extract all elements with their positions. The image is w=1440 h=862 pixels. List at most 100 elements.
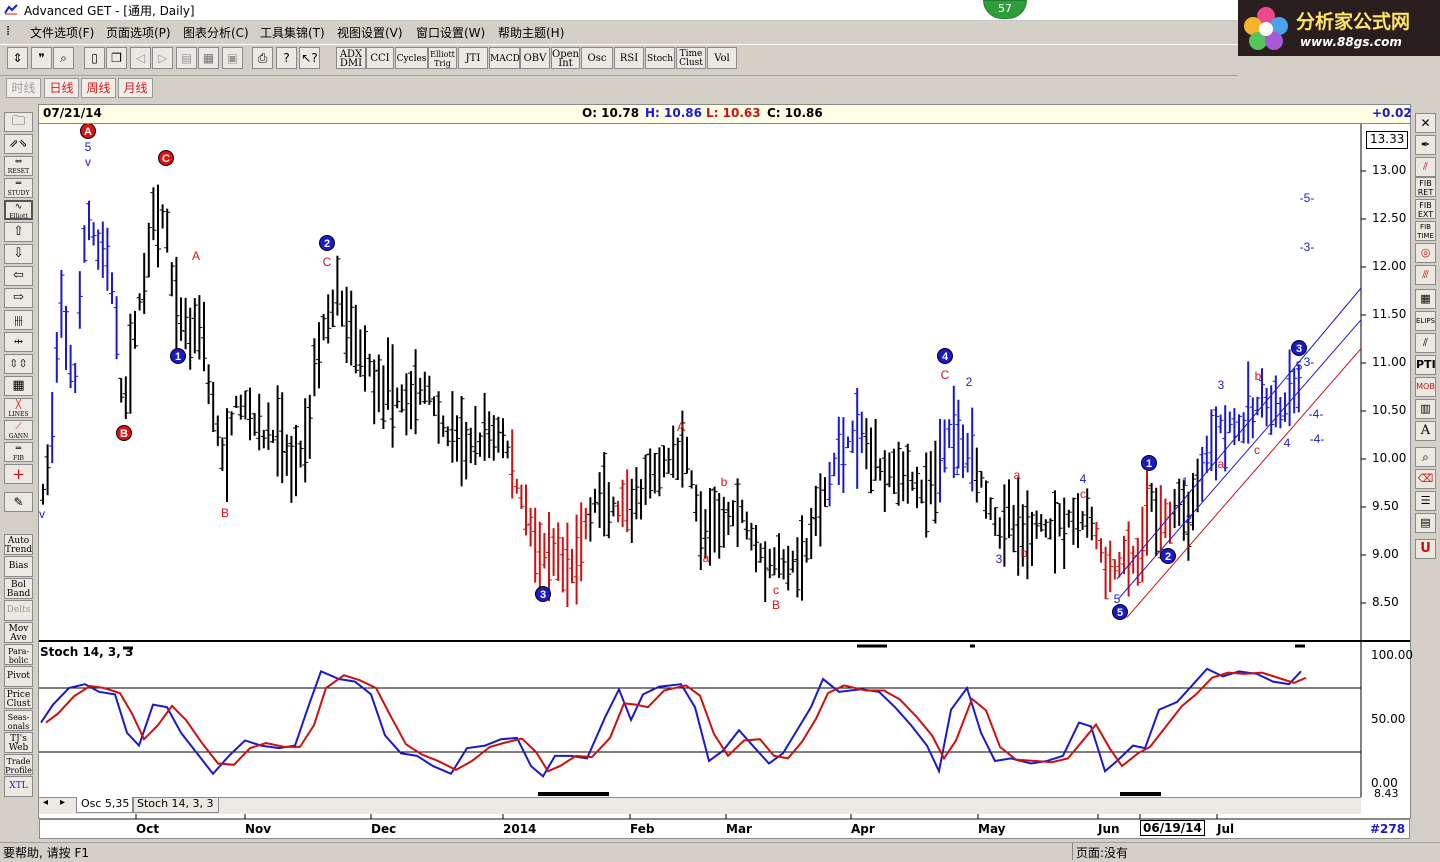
price-chart[interactable]: A5v CA1BBv2C3AabcB4C 213ab4c5512123abc 435-… [39, 124, 1410, 819]
mov-ave-button[interactable]: Mov Ave [4, 622, 33, 643]
ellipse-button[interactable]: ELIPS [1415, 311, 1436, 331]
magnet-icon[interactable]: U [1415, 539, 1436, 559]
arrow-right-icon[interactable]: ⇨ [4, 288, 33, 308]
list-icon[interactable]: ☰ [1415, 491, 1436, 511]
study-osc-button[interactable]: Osc [581, 47, 613, 69]
menu-file[interactable]: 文件选项(F) [30, 24, 94, 41]
study-adx-dmi-button[interactable]: ADX DMI [336, 47, 366, 69]
grid-table-icon[interactable]: ▦ [4, 376, 33, 396]
context-help-icon[interactable]: ↖? [299, 47, 320, 69]
price-bar [329, 289, 336, 328]
arrow-down-icon[interactable]: ⇩ [4, 244, 33, 264]
gann-button[interactable]: ⟋ GANN [4, 420, 33, 440]
search-icon[interactable]: ⌕ [53, 47, 74, 69]
fib-ret-button[interactable]: FIB RET [1415, 177, 1436, 197]
save-icon[interactable]: ▣ [222, 47, 243, 69]
tab-prev-icon[interactable]: ◂ [43, 797, 48, 808]
price-bar [320, 313, 327, 341]
mob-button[interactable]: MOB [1415, 377, 1436, 397]
open-folder-icon[interactable]: 🗀 [4, 112, 33, 132]
bars-compress-icon[interactable]: ⫲⫲ [4, 310, 33, 330]
grid-small-icon[interactable]: ▦ [1415, 289, 1436, 309]
study-cycles-button[interactable]: Cycles [395, 47, 428, 69]
menu-view[interactable]: 视图设置(V) [337, 24, 403, 41]
seasonals-button[interactable]: Seas-onals [4, 710, 33, 731]
expand-horizontal-icon[interactable]: ⇹ [4, 332, 33, 352]
menu-chart-analysis[interactable]: 图表分析(C) [183, 24, 249, 41]
arrow-up-icon[interactable]: ⇧ [4, 222, 33, 242]
period-monthly-button[interactable]: 月线 [118, 78, 153, 98]
zoom-icon[interactable]: ⌕ [1415, 447, 1436, 467]
menu-window[interactable]: 窗口设置(W) [416, 24, 485, 41]
tj-web-button[interactable]: TJ's Web [4, 732, 33, 753]
bias-button[interactable]: Bias [4, 556, 33, 577]
palette-icon[interactable]: ▥ [1415, 399, 1436, 419]
grid-icon[interactable]: ▦ [198, 47, 219, 69]
menu-tools[interactable]: 工具集锦(T) [260, 24, 325, 41]
price-bar [845, 436, 851, 449]
trade-profile-button[interactable]: Trade Profile [4, 754, 33, 775]
fib-circle-icon[interactable]: ◎ [1415, 243, 1436, 263]
menu-page[interactable]: 页面选项(P) [106, 24, 171, 41]
study-obv-button[interactable]: OBV [520, 47, 550, 69]
auto-trend-button[interactable]: Auto Trend [4, 534, 33, 555]
period-hourly-button[interactable]: 时线 [6, 78, 41, 98]
price-clust-button[interactable]: Price Clust [4, 688, 33, 709]
price-bar [168, 262, 175, 297]
time-label: Mar [726, 822, 752, 836]
reset-button[interactable]: ⇔ RESET [4, 156, 33, 176]
channel-icon[interactable]: ⫻ [1415, 265, 1436, 285]
lines-button[interactable]: ╳ LINES [4, 398, 33, 418]
expand-vertical-icon[interactable]: ⇳⇳ [4, 354, 33, 374]
help-icon[interactable]: ? [276, 47, 297, 69]
study-button[interactable]: ═ STUDY [4, 178, 33, 198]
period-daily-button[interactable]: 日线 [44, 78, 79, 98]
copy-icon[interactable]: ❐ [106, 47, 127, 69]
pti-button[interactable]: PTI [1415, 355, 1436, 375]
notes-icon[interactable]: ▤ [1415, 513, 1436, 533]
pivot-button[interactable]: Pivot [4, 666, 33, 687]
arrow-left-icon[interactable]: ⇦ [4, 266, 33, 286]
print-icon[interactable]: ⎙ [252, 47, 273, 69]
eraser-icon[interactable]: ⌫ [1415, 469, 1436, 489]
study-elliott-trig-button[interactable]: Elliott Trig [428, 47, 457, 69]
fib-time-button[interactable]: FIB TIME [1415, 221, 1436, 241]
tab-stoch[interactable]: Stoch 14, 3, 3 [132, 797, 219, 813]
chart-window-icon[interactable]: ⇗⇘ [4, 134, 33, 154]
study-vol-button[interactable]: Vol [707, 47, 737, 69]
text-tool-button[interactable]: A [1415, 421, 1436, 441]
study-stoch-button[interactable]: Stoch [645, 47, 675, 69]
print-preview-icon[interactable]: ▤ [176, 47, 197, 69]
pen-icon[interactable]: ✒ [1415, 135, 1436, 155]
parabolic-button[interactable]: Para-bolic [4, 644, 33, 665]
study-open-int-button[interactable]: Open Int [551, 47, 580, 69]
price-bar [1098, 538, 1104, 563]
fan-lines-icon[interactable]: ⫽ [1415, 157, 1436, 177]
bol-band-button[interactable]: Bol Band [4, 578, 33, 599]
fib-button[interactable]: ═ FIB [4, 442, 33, 462]
study-macd-button[interactable]: MACD [489, 47, 520, 69]
elliott-button[interactable]: ∿ Elliott [4, 200, 33, 220]
study-rsi-button[interactable]: RSI [614, 47, 644, 69]
xtl-button[interactable]: XTL [4, 776, 33, 797]
price-bar [527, 507, 534, 547]
delts-button[interactable]: Delts [4, 600, 33, 621]
menu-help[interactable]: 帮助主题(H) [498, 24, 564, 41]
price-bar [661, 445, 667, 478]
back-icon[interactable]: ◁ [130, 47, 151, 69]
forward-icon[interactable]: ▷ [152, 47, 173, 69]
pencil-note-icon[interactable]: ✎ [4, 492, 33, 512]
crosshair-icon[interactable]: + [4, 464, 33, 484]
quote-icon[interactable]: ❞ [31, 47, 52, 69]
tab-next-icon[interactable]: ▸ [60, 797, 65, 808]
study-jti-button[interactable]: JTI [458, 47, 488, 69]
pointer-icon[interactable]: ⇕ [7, 47, 28, 69]
tab-osc[interactable]: Osc 5,35 [76, 797, 135, 813]
study-time-clust-button[interactable]: Time Clust [676, 47, 706, 69]
period-weekly-button[interactable]: 周线 [81, 78, 116, 98]
fib-ext-button[interactable]: FIB EXT [1415, 199, 1436, 219]
study-cci-button[interactable]: CCI [366, 47, 394, 69]
regression-icon[interactable]: ⫽ [1415, 333, 1436, 353]
close-panel-icon[interactable]: ✕ [1415, 113, 1436, 133]
new-icon[interactable]: ▯ [84, 47, 105, 69]
